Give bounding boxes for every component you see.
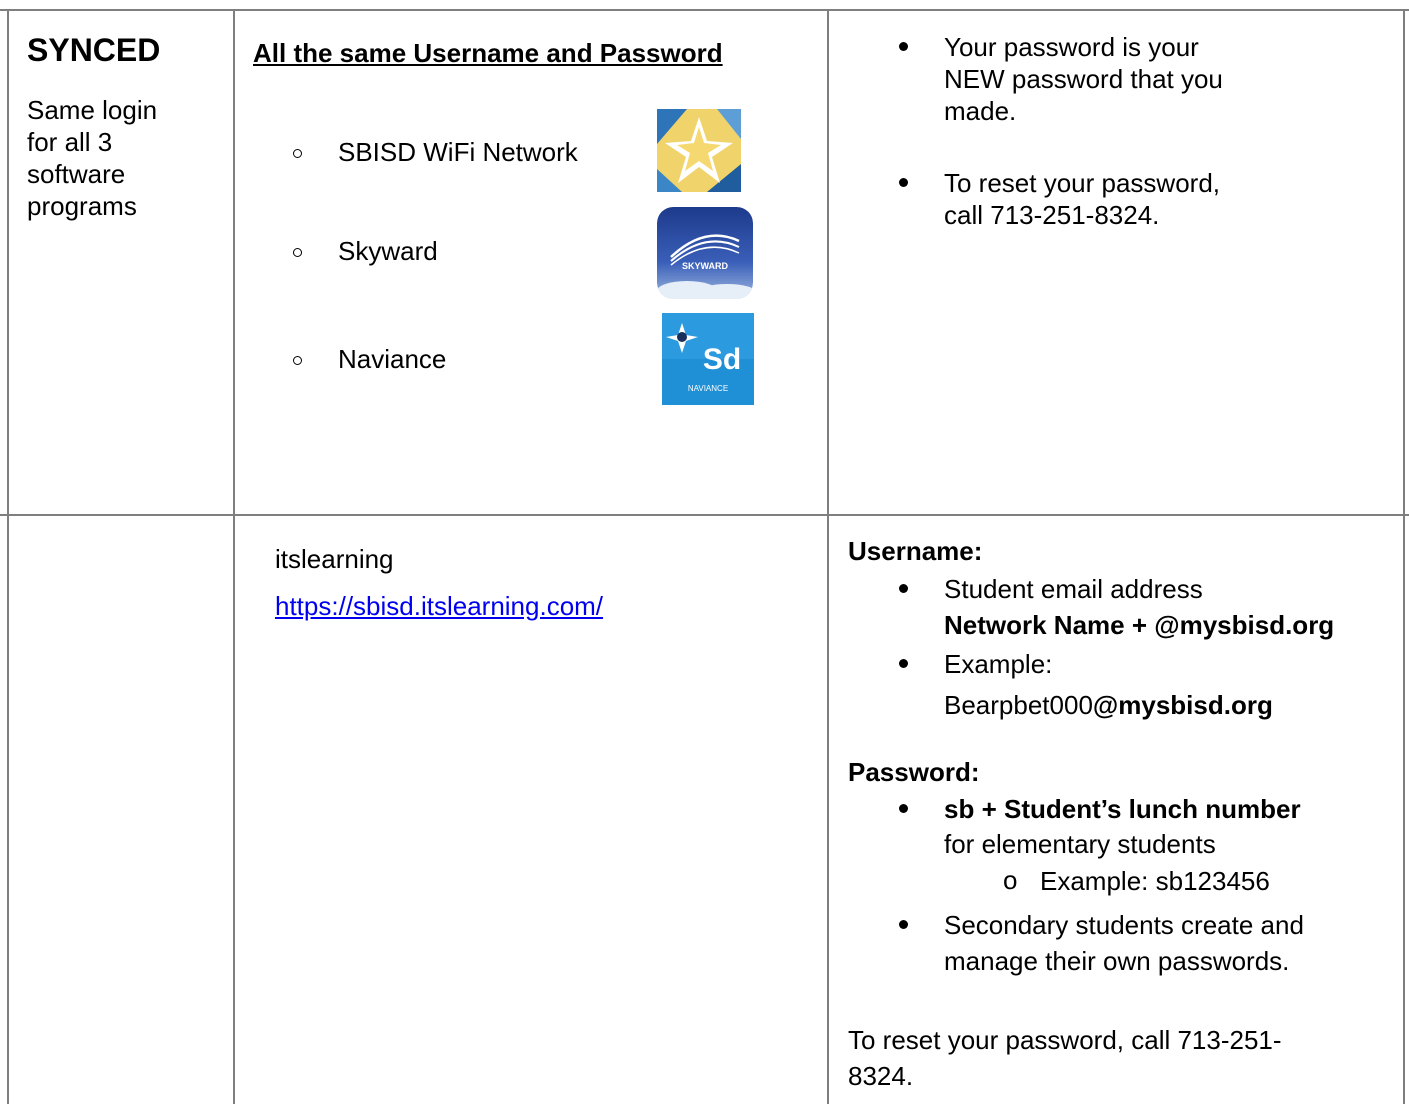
table-row-divider xyxy=(0,514,1409,516)
list-bullet xyxy=(899,659,908,668)
username-label: Username: xyxy=(848,536,983,566)
password-sub-marker: o xyxy=(1003,865,1018,895)
username-example-label: Example: xyxy=(944,649,1053,679)
password-rule-elementary: sb + Student’s lunch number xyxy=(944,794,1301,824)
skyward-logo-icon: SKYWARD xyxy=(657,207,753,299)
password-rule-elementary-rest: for elementary students xyxy=(944,829,1216,859)
svg-text:Sd: Sd xyxy=(703,343,741,376)
table-col-divider-1 xyxy=(233,9,235,1104)
synced-desc-line-4: programs xyxy=(27,191,137,221)
synced-desc-line-2: for all 3 xyxy=(27,127,113,157)
synced-note-1-line-3: made. xyxy=(944,96,1017,126)
naviance-label: Naviance xyxy=(338,344,447,374)
list-bullet xyxy=(899,178,908,187)
password-rule-secondary-line-1: Secondary students create and xyxy=(944,910,1304,940)
table-left-border xyxy=(7,9,9,1104)
list-bullet xyxy=(899,804,908,813)
list-bullet xyxy=(293,149,302,158)
list-bullet xyxy=(293,356,302,365)
list-bullet xyxy=(899,584,908,593)
itslearning-name: itslearning xyxy=(275,544,394,574)
username-example-value: Bearpbet000@mysbisd.org xyxy=(944,690,1273,721)
sbisd-wifi-label: SBISD WiFi Network xyxy=(338,137,578,167)
synced-title: SYNCED xyxy=(27,32,161,68)
username-example-domain: @mysbisd.org xyxy=(1092,690,1273,720)
synced-note-2-line-1: To reset your password, xyxy=(944,168,1221,198)
username-format: Network Name + @mysbisd.org xyxy=(944,610,1335,640)
synced-desc-line-1: Same login xyxy=(27,95,158,125)
synced-desc-line-3: software xyxy=(27,159,126,189)
list-bullet xyxy=(899,920,908,929)
itslearning-link[interactable]: https://sbisd.itslearning.com/ xyxy=(275,591,603,622)
synced-note-1-line-1: Your password is your xyxy=(944,32,1199,62)
document-page: SYNCED Same login for all 3 software pro… xyxy=(0,0,1409,1104)
username-example-prefix: Bearpbet000 xyxy=(944,690,1093,720)
synced-note-2-line-2: call 713-251-8324. xyxy=(944,200,1160,230)
skyward-label: Skyward xyxy=(338,236,438,266)
same-login-heading: All the same Username and Password xyxy=(253,38,723,68)
password-label: Password: xyxy=(848,757,980,787)
svg-text:SKYWARD: SKYWARD xyxy=(682,261,729,271)
list-bullet xyxy=(293,248,302,257)
table-right-border xyxy=(1403,9,1405,1104)
table-top-border xyxy=(0,9,1409,11)
synced-note-1-line-2: NEW password that you xyxy=(944,64,1223,94)
sbisd-star-logo-icon xyxy=(657,109,741,192)
reset-password-line-2: 8324. xyxy=(848,1061,914,1091)
naviance-logo-icon: Sd NAVIANCE xyxy=(662,313,754,405)
password-rule-secondary-line-2: manage their own passwords. xyxy=(944,946,1290,976)
username-email-desc: Student email address xyxy=(944,574,1203,604)
list-bullet xyxy=(899,42,908,51)
table-col-divider-2 xyxy=(827,9,829,1104)
svg-text:NAVIANCE: NAVIANCE xyxy=(688,384,728,393)
password-example: Example: sb123456 xyxy=(1040,866,1270,896)
reset-password-line-1: To reset your password, call 713-251- xyxy=(848,1025,1282,1055)
